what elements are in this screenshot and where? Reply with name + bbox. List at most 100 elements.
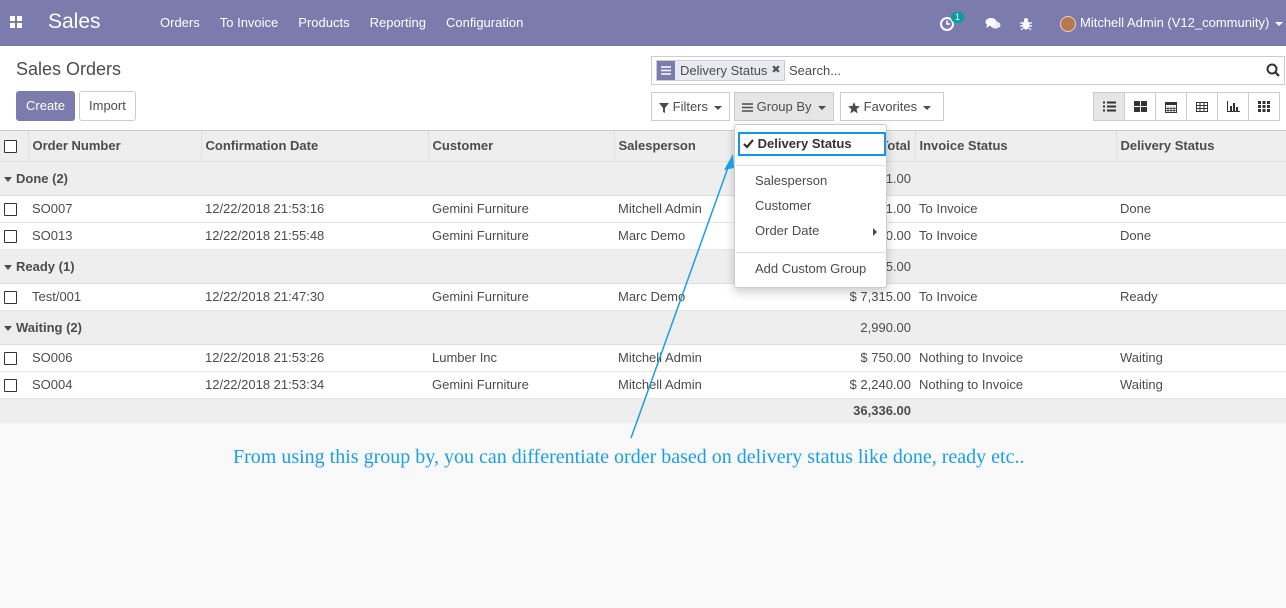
cell-invoice: Nothing to Invoice xyxy=(915,371,1116,399)
grid-icon xyxy=(1258,101,1270,112)
cell-delivery: Waiting xyxy=(1116,344,1286,372)
app-title[interactable]: Sales xyxy=(48,10,101,34)
cell-invoice: Nothing to Invoice xyxy=(915,344,1116,372)
row-checkbox[interactable] xyxy=(4,379,17,393)
filter-icon xyxy=(659,102,669,113)
groupby-dropdown: Delivery Status Salesperson Customer Ord… xyxy=(734,124,887,288)
row-checkbox[interactable] xyxy=(4,230,17,244)
row-checkbox[interactable] xyxy=(4,203,17,217)
list-icon xyxy=(1102,101,1116,112)
cell-date: 12/22/2018 21:55:48 xyxy=(201,222,428,250)
table-row[interactable]: SO007 12/22/2018 21:53:16 Gemini Furnitu… xyxy=(0,195,1286,223)
cell-date: 12/22/2018 21:53:16 xyxy=(201,195,428,223)
list-view-button[interactable] xyxy=(1093,92,1125,121)
cell-delivery: Ready xyxy=(1116,283,1286,311)
cell-total: $ 2,240.00 xyxy=(731,371,915,399)
activity-button[interactable]: 1 xyxy=(940,0,970,46)
import-button[interactable]: Import xyxy=(79,91,136,121)
cell-customer: Gemini Furniture xyxy=(428,283,614,311)
groupby-option-salesperson[interactable]: Salesperson xyxy=(755,173,827,188)
groupby-option-order-date[interactable]: Order Date xyxy=(755,223,819,238)
group-total: 2,990.00 xyxy=(731,309,915,345)
table-header: Order Number Confirmation Date Customer … xyxy=(0,131,1286,161)
group-row-waiting[interactable]: Waiting (2) 2,990.00 xyxy=(0,309,1286,345)
favorites-button[interactable]: Favorites xyxy=(840,92,944,121)
user-menu[interactable]: Mitchell Admin (V12_community) xyxy=(1060,0,1284,46)
comments-icon xyxy=(985,17,1001,29)
caret-right-icon xyxy=(873,228,877,236)
favorites-label: Favorites xyxy=(863,99,918,114)
column-invoice-status[interactable]: Invoice Status xyxy=(915,131,1117,161)
calendar-view-button[interactable] xyxy=(1155,92,1187,121)
cell-delivery: Done xyxy=(1116,195,1286,223)
menu-orders[interactable]: Orders xyxy=(150,0,210,46)
groupby-button[interactable]: Group By xyxy=(734,92,834,121)
calendar-icon xyxy=(1165,101,1177,113)
menu-reporting[interactable]: Reporting xyxy=(360,0,436,46)
filters-label: Filters xyxy=(672,99,709,114)
chevron-down-icon xyxy=(714,105,723,110)
top-navbar: Sales Orders To Invoice Products Reporti… xyxy=(0,0,1286,46)
orders-table: Order Number Confirmation Date Customer … xyxy=(0,131,1286,423)
cell-date: 12/22/2018 21:47:30 xyxy=(201,283,428,311)
caret-down-icon xyxy=(4,264,12,270)
table-icon xyxy=(1196,101,1208,112)
table-row[interactable]: SO013 12/22/2018 21:55:48 Gemini Furnitu… xyxy=(0,222,1286,250)
table-row[interactable]: SO006 12/22/2018 21:53:26 Lumber Inc Mit… xyxy=(0,344,1286,372)
cell-order: SO013 xyxy=(28,222,201,250)
filters-button[interactable]: Filters xyxy=(651,92,731,121)
row-checkbox[interactable] xyxy=(4,352,17,366)
menu-to-invoice[interactable]: To Invoice xyxy=(210,0,289,46)
search-icon[interactable] xyxy=(1266,63,1280,77)
groupby-option-delivery-status[interactable]: Delivery Status xyxy=(738,132,886,156)
cell-order: SO007 xyxy=(28,195,201,223)
kanban-view-button[interactable] xyxy=(1124,92,1156,121)
groupby-option-customer[interactable]: Customer xyxy=(755,198,811,213)
cell-salesperson: Marc Demo xyxy=(614,222,731,250)
cell-delivery: Done xyxy=(1116,222,1286,250)
cell-total: $ 750.00 xyxy=(731,344,915,372)
graph-view-button[interactable] xyxy=(1217,92,1249,121)
group-row-ready[interactable]: Ready (1) 7,315.00 xyxy=(0,248,1286,284)
create-button[interactable]: Create xyxy=(16,91,76,121)
cell-delivery: Waiting xyxy=(1116,371,1286,399)
menu-configuration[interactable]: Configuration xyxy=(436,0,533,46)
cell-customer: Lumber Inc xyxy=(428,344,614,372)
column-delivery-status[interactable]: Delivery Status xyxy=(1116,131,1286,161)
column-customer[interactable]: Customer xyxy=(428,131,615,161)
table-row[interactable]: Test/001 12/22/2018 21:47:30 Gemini Furn… xyxy=(0,283,1286,311)
messaging-button[interactable] xyxy=(985,0,1005,46)
table-row[interactable]: SO004 12/22/2018 21:53:34 Gemini Furnitu… xyxy=(0,371,1286,399)
search-facet-value: Delivery Status xyxy=(680,63,768,78)
column-confirmation-date[interactable]: Confirmation Date xyxy=(201,131,429,161)
group-label: Done (2) xyxy=(16,170,68,186)
column-salesperson[interactable]: Salesperson xyxy=(614,131,732,161)
debug-button[interactable] xyxy=(1020,0,1036,46)
bug-icon xyxy=(1020,17,1032,30)
cell-salesperson: Mitchell Admin xyxy=(614,344,731,372)
option-label: Delivery Status xyxy=(757,136,852,151)
select-all-checkbox[interactable] xyxy=(0,131,29,161)
list-view: Order Number Confirmation Date Customer … xyxy=(0,131,1286,423)
chevron-down-icon xyxy=(817,105,826,110)
pivot-view-button[interactable] xyxy=(1186,92,1218,121)
menu-products[interactable]: Products xyxy=(288,0,359,46)
caret-down-icon xyxy=(4,176,12,182)
search-facet[interactable]: Delivery Status ✖ xyxy=(656,60,785,81)
search-box: Delivery Status ✖ xyxy=(651,56,1285,85)
cell-date: 12/22/2018 21:53:26 xyxy=(201,344,428,372)
cohort-view-button[interactable] xyxy=(1248,92,1280,121)
chevron-down-icon xyxy=(923,105,932,110)
column-order-number[interactable]: Order Number xyxy=(28,131,202,161)
top-menu: Orders To Invoice Products Reporting Con… xyxy=(150,0,533,46)
apps-menu-icon[interactable] xyxy=(10,16,22,28)
add-custom-group[interactable]: Add Custom Group xyxy=(755,261,866,276)
avatar xyxy=(1060,15,1076,32)
close-icon[interactable]: ✖ xyxy=(771,61,783,80)
group-row-done[interactable]: Done (2) 26,031.00 xyxy=(0,160,1286,196)
kanban-icon xyxy=(1133,101,1147,112)
search-input[interactable] xyxy=(789,57,1249,84)
cell-salesperson: Mitchell Admin xyxy=(614,195,731,223)
row-checkbox[interactable] xyxy=(4,291,17,305)
activity-badge: 1 xyxy=(951,12,965,23)
